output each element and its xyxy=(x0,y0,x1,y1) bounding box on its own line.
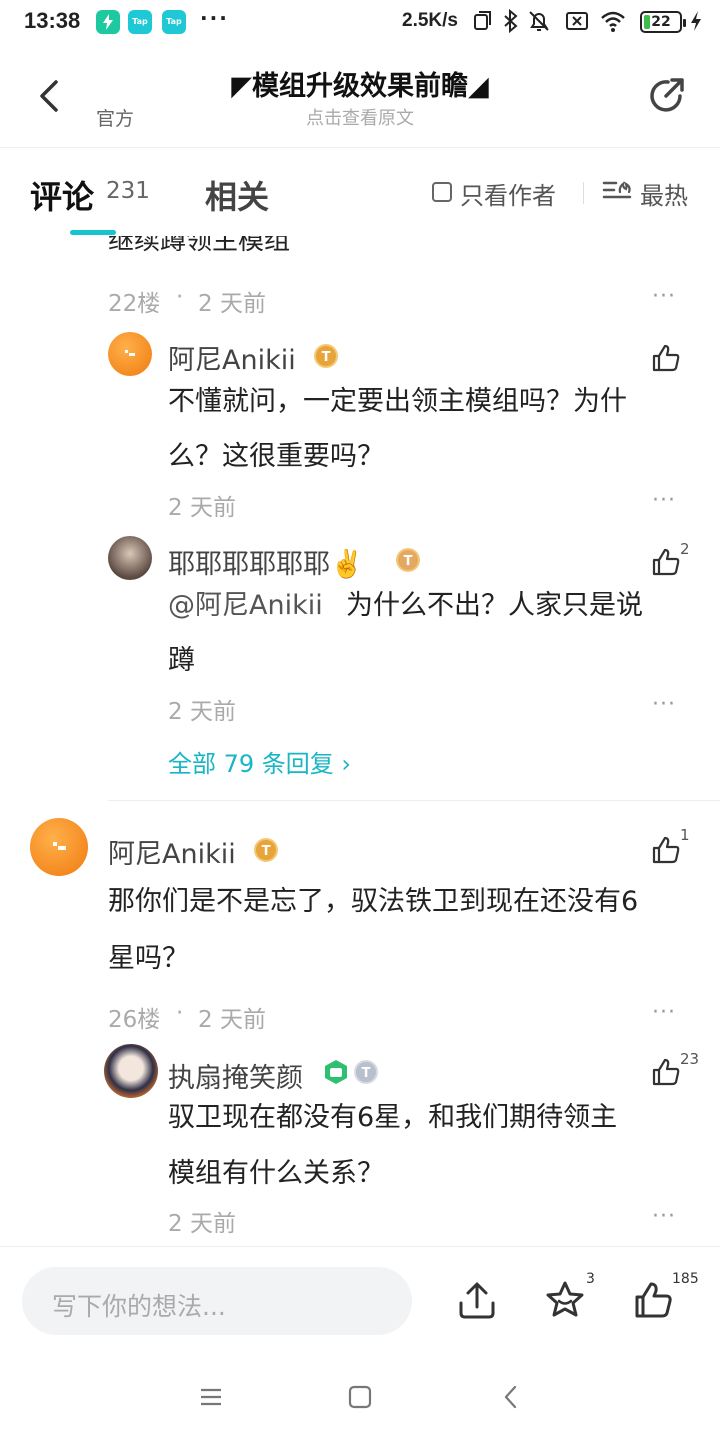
avatar[interactable] xyxy=(30,818,88,876)
divider xyxy=(583,182,584,204)
like-icon[interactable] xyxy=(650,546,682,578)
username[interactable]: 耶耶耶耶耶耶✌️ xyxy=(168,542,364,581)
post-header: 官方 ◤模组升级效果前瞻◢ 点击查看原文 xyxy=(0,48,720,148)
comment-text: 星吗？ xyxy=(108,943,189,974)
comment-action-bar: 写下你的想法... 3 185 xyxy=(0,1246,720,1354)
sort-hot-label[interactable]: 最热 xyxy=(640,176,688,211)
mention-link[interactable]: @阿尼Anikii xyxy=(168,578,323,633)
view-all-replies-link[interactable]: 全部 79 条回复 › xyxy=(168,744,351,779)
active-tab-indicator xyxy=(70,230,116,235)
share-upload-icon[interactable] xyxy=(456,1279,498,1321)
author-only-label[interactable]: 只看作者 xyxy=(460,176,556,211)
tab-related[interactable]: 相关 xyxy=(205,172,269,218)
author-only-checkbox[interactable] xyxy=(432,182,452,202)
network-speed: 2.5K/s xyxy=(402,10,458,31)
share-icon[interactable] xyxy=(644,74,688,118)
reply-text: 为什么不出？人家只是说 xyxy=(346,590,643,621)
comment-tabs: 评论 231 相关 只看作者 最热 xyxy=(0,152,720,236)
floor-number: 26楼 xyxy=(108,1007,161,1033)
post-title[interactable]: ◤模组升级效果前瞻◢ xyxy=(0,64,720,103)
system-nav-bar xyxy=(0,1354,720,1440)
reply-text: 模组有什么关系？ xyxy=(168,1158,384,1189)
avatar[interactable] xyxy=(108,536,152,580)
tab-comments[interactable]: 评论 xyxy=(30,172,94,218)
like-count: 23 xyxy=(680,1050,700,1068)
level-badge-icon: T xyxy=(354,1060,378,1084)
avatar[interactable] xyxy=(108,332,152,376)
charging-icon xyxy=(691,11,701,31)
more-options-icon[interactable]: ··· xyxy=(652,1000,676,1025)
comment-input[interactable]: 写下你的想法... xyxy=(22,1267,412,1335)
like-count: 1 xyxy=(680,826,690,844)
mute-bell-icon xyxy=(529,11,549,31)
view-original-link[interactable]: 点击查看原文 xyxy=(0,104,720,130)
back-nav-icon[interactable] xyxy=(498,1384,524,1410)
like-icon[interactable] xyxy=(650,1056,682,1088)
status-time: 13:38 xyxy=(24,8,81,33)
comment-input-placeholder: 写下你的想法... xyxy=(52,1292,226,1321)
username[interactable]: 阿尼Anikii xyxy=(168,338,296,377)
favorite-count: 3 xyxy=(586,1271,595,1287)
tap-notification-icon: Tap xyxy=(128,10,152,34)
reply-text: 不懂就问，一定要出领主模组吗？为什 xyxy=(168,386,627,417)
menu-icon[interactable] xyxy=(198,1384,224,1410)
like-icon[interactable] xyxy=(650,834,682,866)
reply-time: 2 天前 xyxy=(168,495,236,521)
comment-time: 2 天前 xyxy=(198,291,266,317)
username[interactable]: 阿尼Anikii xyxy=(108,832,236,871)
level-badge-icon: T xyxy=(314,344,338,368)
reply-time: 2 天前 xyxy=(168,1211,236,1237)
dot-separator: · xyxy=(176,1000,184,1026)
dot-separator: · xyxy=(176,284,184,310)
level-badge-icon: T xyxy=(396,548,420,572)
more-options-icon[interactable]: ··· xyxy=(652,1204,676,1229)
status-bar: 13:38 Tap Tap ··· 2.5K/s 22 xyxy=(0,0,720,44)
level-badge-icon: T xyxy=(254,838,278,862)
floor-number: 22楼 xyxy=(108,291,161,317)
comment-text: 那你们是不是忘了，驭法铁卫到现在还没有6 xyxy=(108,886,639,917)
no-sim-icon xyxy=(566,12,588,30)
verified-badge-icon xyxy=(325,1060,347,1084)
favorite-star-icon[interactable] xyxy=(544,1279,586,1321)
comment-list[interactable]: 继续蹲领主模组 22楼 · 2 天前 ··· 阿尼Anikii T 不懂就问，一… xyxy=(0,222,720,1246)
reply-time: 2 天前 xyxy=(168,699,236,725)
reply-text: 蹲 xyxy=(168,645,195,676)
tap-notification-icon: Tap xyxy=(162,10,186,34)
more-options-icon[interactable]: ··· xyxy=(652,488,676,513)
comment-count: 231 xyxy=(106,178,150,204)
more-options-icon[interactable]: ··· xyxy=(652,284,676,309)
app-notification-icon xyxy=(96,10,120,34)
more-options-icon[interactable]: ··· xyxy=(652,692,676,717)
battery-indicator: 22 xyxy=(640,11,686,33)
reply-text: 驭卫现在都没有6星，和我们期待领主 xyxy=(168,1102,618,1133)
like-icon[interactable] xyxy=(650,342,682,374)
like-count: 2 xyxy=(680,540,690,558)
bluetooth-icon xyxy=(504,8,518,34)
battery-level: 22 xyxy=(651,14,671,30)
reply-text: 么？这很重要吗？ xyxy=(168,441,384,472)
home-icon[interactable] xyxy=(347,1384,373,1410)
like-count: 185 xyxy=(672,1271,699,1287)
sort-icon[interactable] xyxy=(602,178,632,204)
comment-time: 2 天前 xyxy=(198,1007,266,1033)
wifi-icon xyxy=(601,11,625,32)
like-icon[interactable] xyxy=(632,1279,674,1321)
more-notifications-icon: ··· xyxy=(200,6,229,30)
copy-icon xyxy=(474,11,491,30)
avatar[interactable] xyxy=(104,1044,158,1098)
comment-divider xyxy=(108,800,720,801)
